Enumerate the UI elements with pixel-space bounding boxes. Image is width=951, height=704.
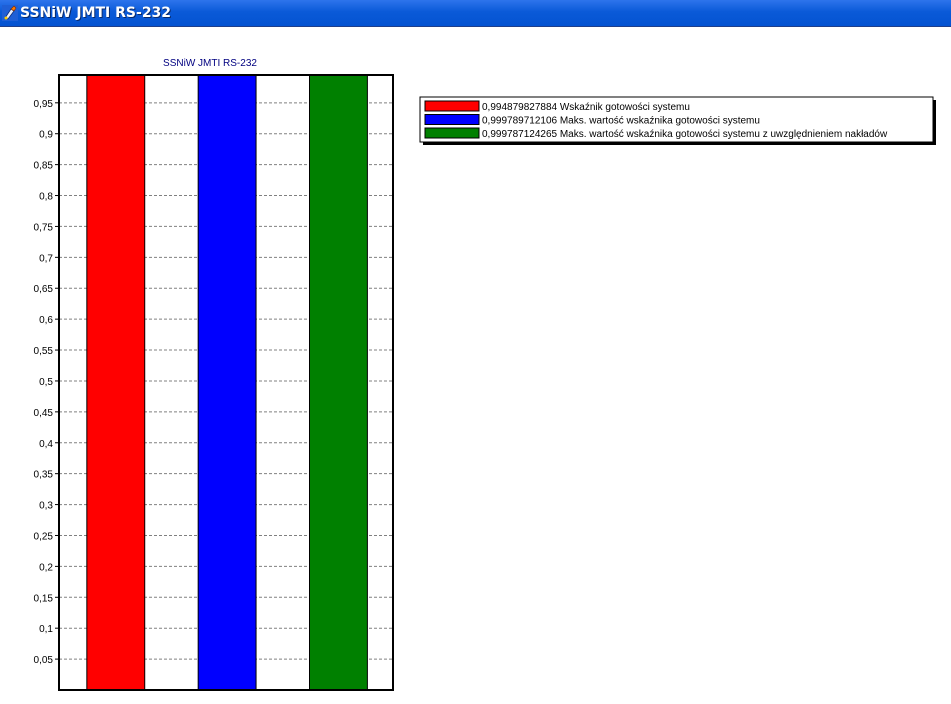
y-tick-label: 0,85 [34,161,54,172]
bars [86,74,368,691]
window-titlebar[interactable]: SSNiW JMTI RS-232 [0,0,951,27]
y-tick-label: 0,25 [34,531,54,542]
y-tick-label: 0,3 [39,501,53,512]
legend: 0,994879827884 Wskaźnik gotowości system… [419,96,936,145]
y-tick-label: 0,45 [34,408,54,419]
legend-swatch-1 [424,100,480,112]
bar-3 [309,74,368,691]
legend-label-1: 0,994879827884 Wskaźnik gotowości system… [482,102,690,113]
y-tick-label: 0,55 [34,346,54,357]
y-tick-label: 0,4 [39,439,53,450]
y-tick-label: 0,8 [39,192,53,203]
y-tick-label: 0,05 [34,655,54,666]
y-tick-label: 0,6 [39,315,53,326]
bar-1 [86,74,146,691]
window-title: SSNiW JMTI RS-232 [20,5,172,21]
legend-label-3: 0,999787124265 Maks. wartość wskaźnika g… [482,129,888,140]
y-tick-label: 0,95 [34,99,54,110]
y-tick-label: 0,65 [34,284,54,295]
y-tick-label: 0,7 [39,253,53,264]
chart-title: SSNiW JMTI RS-232 [163,58,257,69]
legend-swatch-3 [424,127,480,139]
legend-swatch-2 [424,114,480,125]
y-tick-label: 0,2 [39,562,53,573]
y-tick-label: 0,15 [34,593,54,604]
y-axis: 0,05 0,1 0,15 0,2 0,25 0,3 0,35 0,4 0,45 0,5 0,55 0… [34,99,59,666]
y-tick-label: 0,5 [39,377,53,388]
y-tick-label: 0,9 [39,130,53,141]
app-icon [2,5,18,21]
y-tick-label: 0,35 [34,470,54,481]
y-tick-label: 0,75 [34,222,54,233]
y-tick-label: 0,1 [39,624,53,635]
bar-chart: SSNiW JMTI RS-232 0,050,10,150,20,250,30… [34,58,936,691]
legend-label-2: 0,999789712106 Maks. wartość wskaźnika g… [482,116,760,127]
bar-2 [197,74,257,691]
